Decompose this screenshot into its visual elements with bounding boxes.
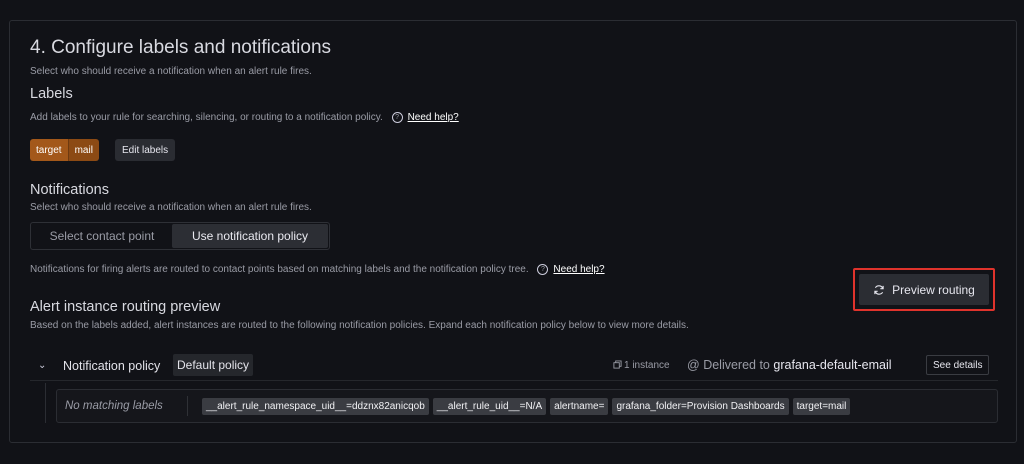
see-details-button[interactable]: See details (926, 355, 990, 375)
notifications-help-link[interactable]: Need help? (553, 264, 604, 275)
labels-description: Add labels to your rule for searching, s… (30, 112, 459, 123)
divider (30, 380, 998, 381)
instance-label-tag: __alert_rule_namespace_uid__=ddznx82anic… (202, 398, 429, 415)
help-circle-icon: ? (391, 112, 403, 123)
preview-routing-button[interactable]: Preview routing (859, 274, 989, 305)
instance-label-tag: alertname= (550, 398, 609, 415)
instance-label-tag: __alert_rule_uid__=N/A (432, 398, 547, 415)
option-use-notification-policy[interactable]: Use notification policy (172, 224, 328, 248)
routing-preview-heading: Alert instance routing preview (30, 299, 221, 315)
section-subtitle: Select who should receive a notification… (30, 66, 312, 77)
no-matching-labels: No matching labels (65, 400, 163, 412)
notification-policy-row: ⌄ Notification policy Default policy 1 i… (30, 354, 998, 380)
rule-section-panel: 4. Configure labels and notifications Se… (9, 20, 1017, 443)
instance-label-tag: grafana_folder=Provision Dashboards (612, 398, 789, 415)
preview-routing-highlight: Preview routing (853, 268, 995, 311)
help-circle-icon: ? (537, 264, 549, 275)
labels-help[interactable]: ? Need help? (391, 112, 459, 123)
notifications-heading: Notifications (30, 182, 109, 198)
labels-help-link[interactable]: Need help? (408, 112, 459, 123)
contact-mode-toggle: Select contact point Use notification po… (30, 222, 330, 250)
option-select-contact-point[interactable]: Select contact point (32, 224, 172, 248)
tree-connector (45, 383, 46, 423)
sync-icon (874, 284, 884, 295)
delivered-to: @ Delivered to grafana-default-email (687, 358, 892, 372)
label-chip-target-mail: target mail (30, 139, 99, 161)
notifications-subtitle: Select who should receive a notification… (30, 202, 312, 213)
at-icon: @ (687, 358, 700, 372)
labels-heading: Labels (30, 86, 73, 102)
instances-count: 1 instance (613, 360, 670, 371)
instances-icon (613, 360, 622, 369)
default-policy-badge: Default policy (173, 354, 254, 376)
preview-routing-label: Preview routing (892, 282, 975, 297)
separator (187, 396, 188, 416)
section-title: 4. Configure labels and notifications (30, 37, 332, 58)
notifications-help[interactable]: ? Need help? (537, 264, 605, 275)
label-key: target (30, 139, 68, 161)
instance-label-tag: target=mail (792, 398, 851, 415)
contact-point-name: grafana-default-email (773, 358, 892, 372)
notifications-info: Notifications for firing alerts are rout… (30, 264, 605, 275)
routing-preview-description: Based on the labels added, alert instanc… (30, 320, 689, 331)
label-value: mail (67, 139, 99, 161)
chevron-down-icon[interactable]: ⌄ (38, 360, 46, 371)
edit-labels-button[interactable]: Edit labels (115, 139, 176, 161)
instance-label-list: __alert_rule_namespace_uid__=ddznx82anic… (202, 398, 851, 415)
policy-label: Notification policy (63, 359, 161, 373)
instance-labels-box: No matching labels __alert_rule_namespac… (56, 389, 998, 423)
